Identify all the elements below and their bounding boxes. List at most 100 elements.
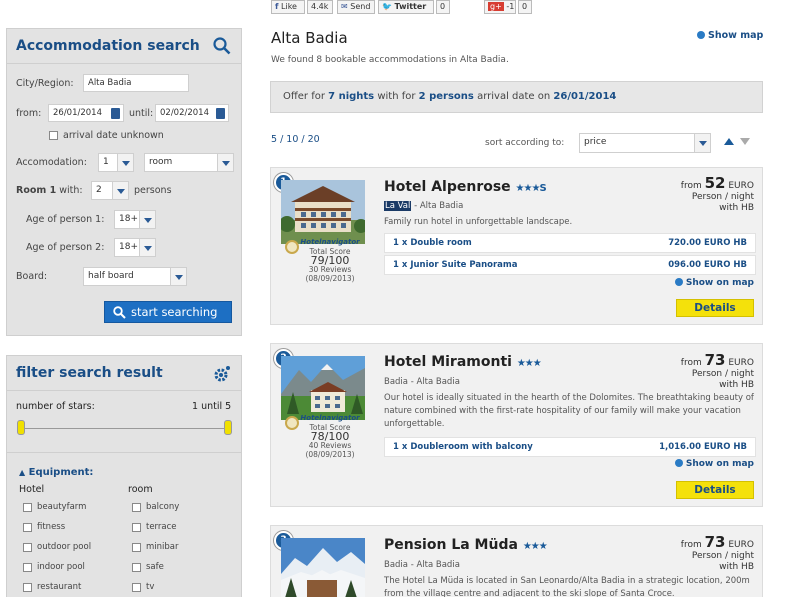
equipment-toggle[interactable]: ▲ Equipment: <box>19 467 93 478</box>
show-map-link[interactable]: Show map <box>697 30 763 41</box>
start-searching-button[interactable]: start searching <box>104 301 232 323</box>
chevron-down-icon <box>217 154 233 171</box>
search-title: Accommodation search <box>16 38 200 54</box>
hotel-card: 3 Pension La Müda ★★★ Badia - Alta Badia… <box>270 525 763 597</box>
sort-ascending-icon[interactable] <box>724 138 734 145</box>
hotel-photo[interactable] <box>281 356 365 420</box>
details-button[interactable]: Details <box>676 299 754 317</box>
accommodation-type-value: room <box>149 157 173 167</box>
filter-title: filter search result <box>16 365 163 381</box>
divider <box>7 390 241 391</box>
board-select[interactable]: half board <box>83 267 187 286</box>
hotel-photo[interactable] <box>281 538 365 597</box>
room-offer-row[interactable]: 1 x Junior Suite Panorama 096.00 EURO HB <box>384 255 756 275</box>
globe-icon <box>697 31 705 39</box>
pagination[interactable]: 5 / 10 / 20 <box>271 134 320 145</box>
gear-icon[interactable] <box>213 365 231 383</box>
hotel-description: Family run hotel in unforgettable landsc… <box>384 217 573 227</box>
accommodation-type-select[interactable]: room <box>144 153 234 172</box>
accommodation-count-select[interactable]: 1 <box>98 153 134 172</box>
show-on-map-label: Show on map <box>685 459 754 469</box>
star-rating: ★★★ <box>516 358 542 369</box>
room-label: Room 1 with: <box>16 185 83 196</box>
calendar-icon[interactable] <box>216 108 225 119</box>
price-board: with HB <box>719 562 754 572</box>
price-board: with HB <box>719 380 754 390</box>
hotel-filter-checkbox[interactable] <box>23 523 32 532</box>
city-input[interactable]: Alta Badia <box>83 74 189 92</box>
room-filter-checkbox[interactable] <box>132 583 141 592</box>
room-offer-row[interactable]: 1 x Doubleroom with balcony 1,016.00 EURO… <box>384 437 756 457</box>
room-filter-checkbox[interactable] <box>132 563 141 572</box>
show-on-map-link[interactable]: Show on map <box>674 278 754 288</box>
rating-score: 79/100 <box>310 254 350 267</box>
hotel-photo[interactable] <box>281 180 365 244</box>
room-filter-label: safe <box>146 562 164 572</box>
facebook-icon: f <box>275 2 279 11</box>
show-on-map-link[interactable]: Show on map <box>674 459 754 469</box>
location-region: - Alta Badia <box>411 201 464 211</box>
city-label: City/Region: <box>16 78 74 89</box>
sort-descending-icon[interactable] <box>740 138 750 145</box>
stars-slider-track[interactable] <box>19 428 231 429</box>
hotel-filter-checkbox[interactable] <box>23 563 32 572</box>
room-offer-row[interactable]: 1 x Double room 720.00 EURO HB <box>384 233 756 253</box>
divider <box>7 452 241 453</box>
from-label: from <box>680 540 702 550</box>
hotel-filter-checkbox[interactable] <box>23 583 32 592</box>
offer-box: Offer for 7 nights with for 2 persons ar… <box>270 81 763 113</box>
globe-icon <box>674 459 683 467</box>
from-date-input[interactable]: 26/01/2014 <box>48 104 124 122</box>
accommodation-count-value: 1 <box>103 157 109 167</box>
hotel-filter-label: restaurant <box>37 582 82 592</box>
room-name: 1 x Double room <box>393 238 472 248</box>
room-filter-checkbox[interactable] <box>132 543 141 552</box>
room-filter-label: terrace <box>146 522 177 532</box>
facebook-like-button[interactable]: f Like <box>271 0 305 14</box>
calendar-icon[interactable] <box>111 108 120 119</box>
offer-date: 26/01/2014 <box>553 91 617 102</box>
stars-range: 1 until 5 <box>192 401 232 412</box>
price-box: from 73 EURO Person / night with HB <box>680 353 754 391</box>
from-label: from <box>680 358 702 368</box>
room-number: Room 1 <box>16 185 57 196</box>
age2-select[interactable]: 18+ <box>114 238 156 257</box>
show-map-label: Show map <box>708 30 764 41</box>
page-title: Alta Badia <box>271 29 348 47</box>
sort-select[interactable]: price <box>579 133 711 153</box>
hotelnavigator-rating: Hotelnavigator Total Score 78/100 40 Rev… <box>285 414 365 459</box>
hotel-name-link[interactable]: Pension La Müda ★★★ <box>384 537 548 553</box>
room-price: 096.00 EURO HB <box>668 260 747 270</box>
age2-label: Age of person 2: <box>26 242 105 253</box>
twitter-button[interactable]: 🐦 Twitter <box>378 0 434 14</box>
star-rating: ★★★ <box>522 541 548 552</box>
room-filter-checkbox[interactable] <box>132 503 141 512</box>
like-count: 4.4k <box>307 0 333 14</box>
room-filter-checkbox[interactable] <box>132 523 141 532</box>
hotel-filter-checkbox[interactable] <box>23 543 32 552</box>
hotel-description: The Hotel La Müda is located in San Leon… <box>384 576 750 597</box>
search-icon[interactable] <box>213 37 231 55</box>
hotel-filter-checkbox[interactable] <box>23 503 32 512</box>
room-price: 1,016.00 EURO HB <box>659 442 747 452</box>
board-value: half board <box>88 271 134 281</box>
details-button[interactable]: Details <box>676 481 754 499</box>
hotel-name-link[interactable]: Hotel Miramonti ★★★ <box>384 354 542 370</box>
age1-select[interactable]: 18+ <box>114 210 156 229</box>
hotel-name-link[interactable]: Hotel Alpenrose ★★★S <box>384 179 547 195</box>
star-rating: ★★★S <box>515 183 547 194</box>
persons-select[interactable]: 2 <box>91 181 129 200</box>
arrival-unknown-checkbox[interactable] <box>49 131 58 140</box>
location-highlight: La Val <box>384 201 412 211</box>
equipment-label: Equipment: <box>28 467 94 478</box>
facebook-send-button[interactable]: ✉ Send <box>337 0 375 14</box>
price-unit: Person / night <box>691 551 754 561</box>
chevron-down-icon <box>139 211 155 228</box>
stars-slider-max-handle[interactable] <box>224 420 232 435</box>
gplus-button[interactable]: g+ -1 <box>484 0 516 14</box>
until-date-input[interactable]: 02/02/2014 <box>155 104 229 122</box>
offer-nights: 7 nights <box>328 91 375 102</box>
hotel-location: Badia - Alta Badia <box>384 560 460 570</box>
stars-slider-min-handle[interactable] <box>17 420 25 435</box>
hotel-filter-label: fitness <box>37 522 66 532</box>
